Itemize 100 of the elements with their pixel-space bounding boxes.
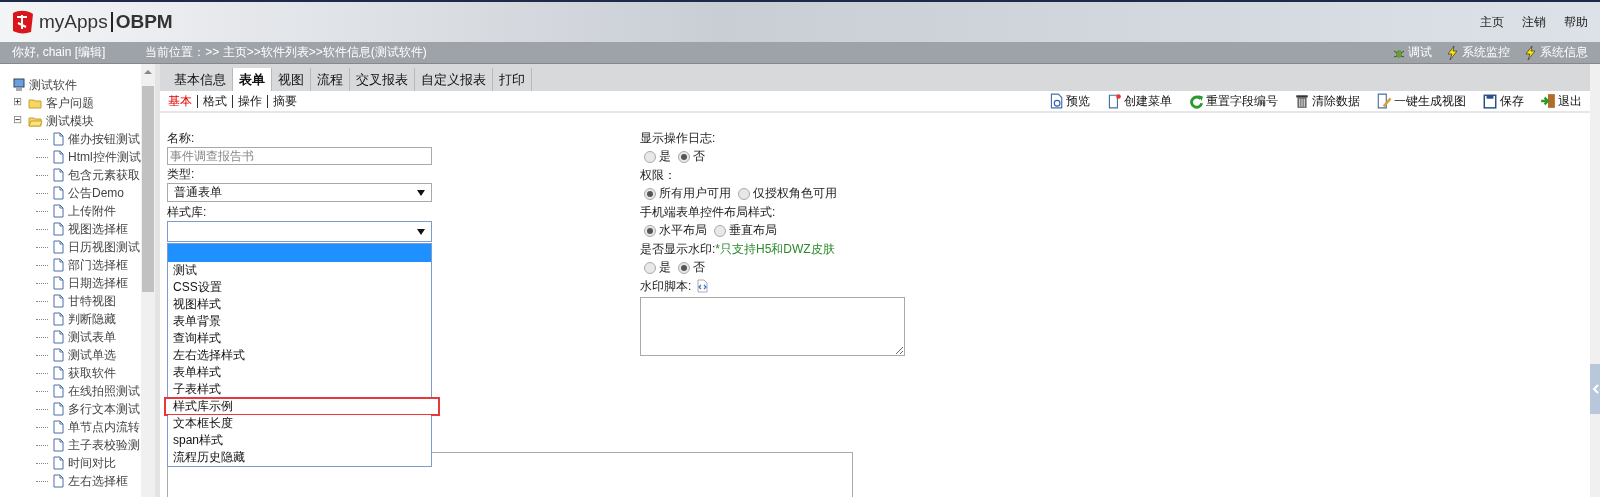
page-icon bbox=[51, 132, 65, 146]
toolbar-button[interactable]: 保存 bbox=[1482, 92, 1524, 110]
script-textarea[interactable] bbox=[640, 297, 905, 356]
style-select[interactable] bbox=[167, 221, 432, 242]
page-icon bbox=[51, 420, 65, 434]
field-label: 水印脚本: bbox=[640, 278, 692, 295]
page-icon bbox=[51, 276, 65, 290]
dropdown-option[interactable]: 样式库示例 bbox=[165, 398, 439, 415]
radio-option[interactable]: 否 bbox=[678, 148, 705, 165]
tree-item[interactable]: 测试模块 bbox=[46, 112, 94, 130]
radio-option[interactable]: 垂直布局 bbox=[714, 222, 777, 239]
caret-icon bbox=[417, 228, 425, 235]
tree-item[interactable]: 测试单选 bbox=[68, 346, 116, 364]
tree-item[interactable]: 客户问题 bbox=[46, 94, 94, 112]
field-label: 手机端表单控件布局样式: bbox=[640, 204, 777, 221]
tree-item[interactable]: 包含元素获取 bbox=[68, 166, 140, 184]
toolbar-button[interactable]: 预览 bbox=[1048, 92, 1090, 110]
page-icon bbox=[51, 258, 65, 272]
tree-item[interactable]: 部门选择框 bbox=[68, 256, 128, 274]
tree-item[interactable]: 多行文本测试 bbox=[68, 400, 140, 418]
page-icon bbox=[51, 438, 65, 452]
tree-item[interactable]: 公告Demo bbox=[68, 184, 124, 202]
page-icon bbox=[51, 186, 65, 200]
radio-option[interactable]: 所有用户可用 bbox=[644, 185, 731, 202]
greeting: 你好, chain [编辑] bbox=[12, 44, 106, 61]
page-icon bbox=[51, 312, 65, 326]
page-icon bbox=[51, 330, 65, 344]
magnifier-page-icon bbox=[1048, 93, 1064, 109]
caret-icon bbox=[417, 189, 425, 196]
type-select[interactable]: 普通表单 bbox=[167, 183, 432, 202]
page-plus-icon bbox=[1106, 93, 1122, 109]
nav-link[interactable]: 主页 bbox=[1480, 13, 1504, 31]
computer-icon bbox=[12, 78, 26, 92]
toolbar-button[interactable]: 创建菜单 bbox=[1106, 92, 1172, 110]
code-icon bbox=[695, 279, 710, 293]
field-label: 样式库: bbox=[167, 204, 208, 221]
subtab[interactable]: 摘要 bbox=[273, 92, 297, 110]
tab[interactable]: 自定义报表 bbox=[415, 68, 493, 91]
toolbar-button[interactable]: 退出 bbox=[1540, 92, 1582, 110]
radio-option[interactable]: 仅授权角色可用 bbox=[738, 185, 837, 202]
page-icon bbox=[51, 402, 65, 416]
tab[interactable]: 流程 bbox=[311, 68, 350, 91]
tree-item[interactable]: 日期选择框 bbox=[68, 274, 128, 292]
refresh-icon bbox=[1188, 93, 1204, 109]
field-label: 名称: bbox=[167, 130, 196, 147]
toolbar-button[interactable]: 重置字段编号 bbox=[1188, 92, 1278, 110]
radio-option[interactable]: 水平布局 bbox=[644, 222, 707, 239]
field-label: 是否显示水印:*只支持H5和DWZ皮肤 bbox=[640, 241, 836, 258]
page-icon bbox=[51, 240, 65, 254]
field-label: 权限： bbox=[640, 167, 677, 184]
tree-item[interactable]: 上传附件 bbox=[68, 202, 116, 220]
tree-item[interactable]: 甘特视图 bbox=[68, 292, 116, 310]
toolbar-button[interactable]: 清除数据 bbox=[1294, 92, 1360, 110]
radio-option[interactable]: 是 bbox=[644, 259, 671, 276]
tab[interactable]: 视图 bbox=[272, 68, 311, 91]
lightning-icon bbox=[1446, 45, 1460, 60]
product-name: OBPM bbox=[115, 11, 173, 33]
tree-item[interactable]: 催办按钮测试 bbox=[68, 130, 140, 148]
page-icon bbox=[51, 294, 65, 308]
collapse-icon bbox=[14, 116, 24, 126]
page-pencil-icon bbox=[1376, 93, 1392, 109]
subtab[interactable]: 格式 bbox=[203, 92, 227, 110]
field-label: 显示操作日志: bbox=[640, 130, 717, 147]
tree-item[interactable]: Html控件测试 bbox=[68, 148, 141, 166]
tree-item[interactable]: 单节点内流转 bbox=[68, 418, 140, 436]
subtab[interactable]: 操作 bbox=[238, 92, 262, 110]
scrollbar[interactable] bbox=[141, 64, 155, 497]
nav-link[interactable]: 帮助 bbox=[1564, 13, 1588, 31]
page-icon bbox=[51, 384, 65, 398]
lightning-icon bbox=[1524, 45, 1538, 60]
tree-item[interactable]: 在线拍照测试 bbox=[68, 382, 140, 400]
exit-icon bbox=[1540, 93, 1556, 109]
logo-text: myApps bbox=[39, 11, 108, 33]
name-field[interactable]: 事件调查报告书 bbox=[167, 147, 432, 165]
toolbar-button[interactable]: 一键生成视图 bbox=[1376, 92, 1466, 110]
tab[interactable]: 打印 bbox=[493, 68, 532, 91]
radio-option[interactable]: 是 bbox=[644, 148, 671, 165]
page-icon bbox=[51, 204, 65, 218]
tree-item[interactable]: 日历视图测试 bbox=[68, 238, 140, 256]
tree-item[interactable]: 视图选择框 bbox=[68, 220, 128, 238]
subtab[interactable]: 基本 bbox=[168, 92, 192, 110]
tree-item[interactable]: 获取软件 bbox=[68, 364, 116, 382]
radio-option[interactable]: 否 bbox=[678, 259, 705, 276]
breadcrumb: 当前位置：>> 主页>>软件列表>>软件信息(测试软件) bbox=[145, 44, 427, 61]
page-icon bbox=[51, 222, 65, 236]
tab[interactable]: 交叉报表 bbox=[350, 68, 415, 91]
tree-item[interactable]: 测试表单 bbox=[68, 328, 116, 346]
tree-item[interactable]: 时间对比 bbox=[68, 454, 116, 472]
trash-icon bbox=[1294, 93, 1310, 109]
nav-link[interactable]: 注销 bbox=[1522, 13, 1546, 31]
page-icon bbox=[51, 366, 65, 380]
tree-item[interactable]: 主子表校验测 bbox=[68, 436, 140, 454]
tree-item[interactable]: 左右选择框 bbox=[68, 472, 128, 490]
expand-icon bbox=[14, 98, 24, 108]
collapse-button[interactable] bbox=[1590, 364, 1600, 414]
chevron-left-icon bbox=[1591, 384, 1599, 394]
page-icon bbox=[51, 474, 65, 488]
tree-item[interactable]: 判断隐藏 bbox=[68, 310, 116, 328]
tab[interactable]: 表单 bbox=[233, 68, 272, 91]
tree-item[interactable]: 测试软件 bbox=[29, 76, 77, 94]
